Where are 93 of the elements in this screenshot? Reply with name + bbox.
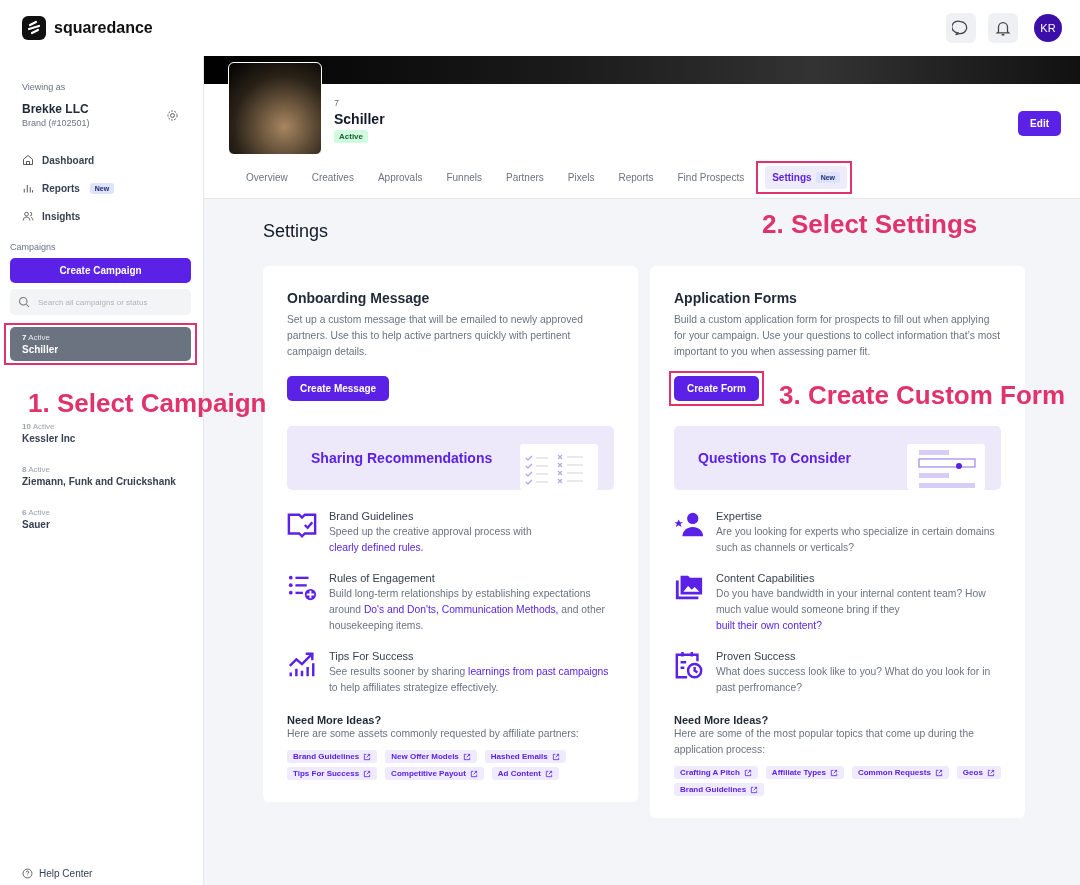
user-avatar[interactable]: KR <box>1034 14 1062 42</box>
ideas-description: Here are some of the most popular topics that come up during the application process: <box>674 727 975 757</box>
annotation-label: 3. Create Custom Form <box>779 381 1066 409</box>
settings-icon[interactable] <box>166 108 179 122</box>
feature-title: Proven Success <box>716 650 797 662</box>
calendar-clock-icon <box>674 650 704 680</box>
feature-link[interactable]: Do's and Don'ts, Communication Methods, <box>363 604 559 615</box>
nav-item[interactable]: Dashboard <box>22 154 179 166</box>
resource-tag[interactable]: New Offer Models <box>385 750 477 763</box>
book-icon <box>287 510 317 540</box>
page-title: Settings <box>263 221 329 242</box>
external-link-icon <box>551 752 560 761</box>
feature-title: Tips For Success <box>329 650 415 662</box>
tab[interactable]: Overview <box>239 165 295 189</box>
edit-button[interactable]: Edit <box>1018 111 1061 136</box>
bar-chart-icon <box>22 182 34 194</box>
create-message-button[interactable]: Create Message <box>287 376 390 401</box>
brand-name: squaredance <box>54 19 153 37</box>
external-link-icon <box>750 785 759 794</box>
tab[interactable]: Pixels <box>560 165 602 189</box>
external-link-icon <box>469 769 478 778</box>
external-link-icon <box>743 768 752 777</box>
feature-title: Expertise <box>716 510 763 522</box>
feature-description: Are you looking for experts who specialize in certain domains such as channels or verticals? <box>716 525 996 555</box>
feature-description: Speed up the creative approval process with clearly defined rules. <box>329 525 533 555</box>
resource-tag[interactable]: Geos <box>956 766 1001 779</box>
status-badge: Active <box>334 130 368 143</box>
external-link-icon <box>934 768 943 777</box>
card-description: Set up a custom message that will be emailed to newly approved partners. Use this to help active partners quickly with pertinent campaign details. <box>287 313 584 359</box>
people-icon <box>22 210 34 222</box>
feature-link[interactable]: clearly defined rules. <box>329 542 424 553</box>
resource-tag[interactable]: Brand Guidelines <box>674 783 765 796</box>
annotation-label: 2. Select Settings <box>762 210 978 238</box>
ideas-title: Need More Ideas? <box>674 714 770 726</box>
external-link-icon <box>544 769 553 778</box>
feature-description: See results sooner by sharing learnings from past campaigns to help affiliates strategize effectively. <box>329 665 610 695</box>
card-description: Build a custom application form for prospects to fill out when applying for your campaign. Use your questions to collect information that’s most important to you when assessing parner fit. <box>674 313 1001 359</box>
card-title: Application Forms <box>674 290 798 306</box>
create-campaign-button[interactable]: Create Campaign <box>10 258 191 283</box>
feature-link[interactable]: learnings from past campaigns <box>468 666 609 677</box>
resource-tag[interactable]: Crafting A Pitch <box>674 766 758 779</box>
resource-tag[interactable]: Common Requests <box>851 766 949 779</box>
external-link-icon <box>363 769 372 778</box>
tab[interactable]: Funnels <box>439 165 489 189</box>
search-icon <box>18 296 30 308</box>
ideas-title: Need More Ideas? <box>287 714 383 726</box>
external-link-icon <box>363 752 372 761</box>
resource-tag[interactable]: Brand Guidelines <box>287 750 378 763</box>
resource-tag[interactable]: Tips For Success <box>287 767 378 780</box>
resource-tag[interactable]: Competitive Payout <box>385 767 484 780</box>
tab[interactable]: Partners <box>499 165 551 189</box>
resource-tag[interactable]: Hashed Emails <box>484 750 566 763</box>
feature-description: Build long-term relationships by establishing expectations around Do's and Don'ts, Communication Methods, and other housekeeping items. <box>329 587 606 633</box>
campaign-item[interactable]: 10 Active Kessler Inc <box>10 416 191 450</box>
chat-icon <box>952 19 970 37</box>
home-icon <box>22 154 34 166</box>
feature-title: Rules of Engagement <box>329 572 436 584</box>
tab[interactable]: Creatives <box>304 165 361 189</box>
promo-title: Sharing Recommendations <box>311 450 493 466</box>
viewing-as-label: Viewing as <box>22 82 67 92</box>
card-title: Onboarding Message <box>287 290 431 306</box>
help-center-link[interactable]: Help Center <box>10 868 191 879</box>
account-name: Brekke LLC <box>22 102 90 116</box>
chat-button[interactable] <box>946 13 976 43</box>
external-link-icon <box>462 752 471 761</box>
resource-tag[interactable]: Affiliate Types <box>765 766 844 779</box>
tab[interactable]: Find Prospects <box>670 165 752 189</box>
external-link-icon <box>829 768 838 777</box>
campaign-item[interactable]: 6 Active Sauer <box>10 502 191 536</box>
feature-title: Content Capabilities <box>716 572 816 584</box>
notifications-button[interactable] <box>988 13 1018 43</box>
nav-item[interactable]: Insights <box>22 210 179 222</box>
tab[interactable]: Reports <box>611 165 661 189</box>
campaigns-label: Campaigns <box>10 242 57 252</box>
promo-title: Questions To Consider <box>698 450 851 466</box>
feature-link[interactable]: built their own content? <box>716 620 822 631</box>
account-type: Brand (#102501) <box>22 118 90 128</box>
external-link-icon <box>986 768 995 777</box>
tab[interactable]: Approvals <box>370 165 430 189</box>
campaign-item[interactable]: 8 Active Ziemann, Funk and Cruickshank <box>10 459 191 493</box>
logo-icon <box>22 16 46 40</box>
feature-description: What does success look like to you? What do you look for in past perfromance? <box>716 665 992 695</box>
campaign-number: 7 <box>334 98 339 108</box>
help-icon <box>22 868 33 879</box>
campaign-name: Schiller <box>334 111 385 127</box>
create-form-button[interactable]: Create Form <box>674 376 759 401</box>
feature-title: Brand Guidelines <box>329 510 415 522</box>
campaign-item[interactable]: 7 Active Schiller <box>10 327 191 361</box>
ideas-description: Here are some assets commonly requested by affiliate partners: <box>287 727 580 741</box>
feature-description: Do you have bandwidth in your internal content team? How much value would someone bring if they built their own content? <box>716 587 987 633</box>
bell-icon <box>994 19 1012 37</box>
resource-tag[interactable]: Ad Content <box>491 767 559 780</box>
annotation-label: 1. Select Campaign <box>28 389 267 417</box>
